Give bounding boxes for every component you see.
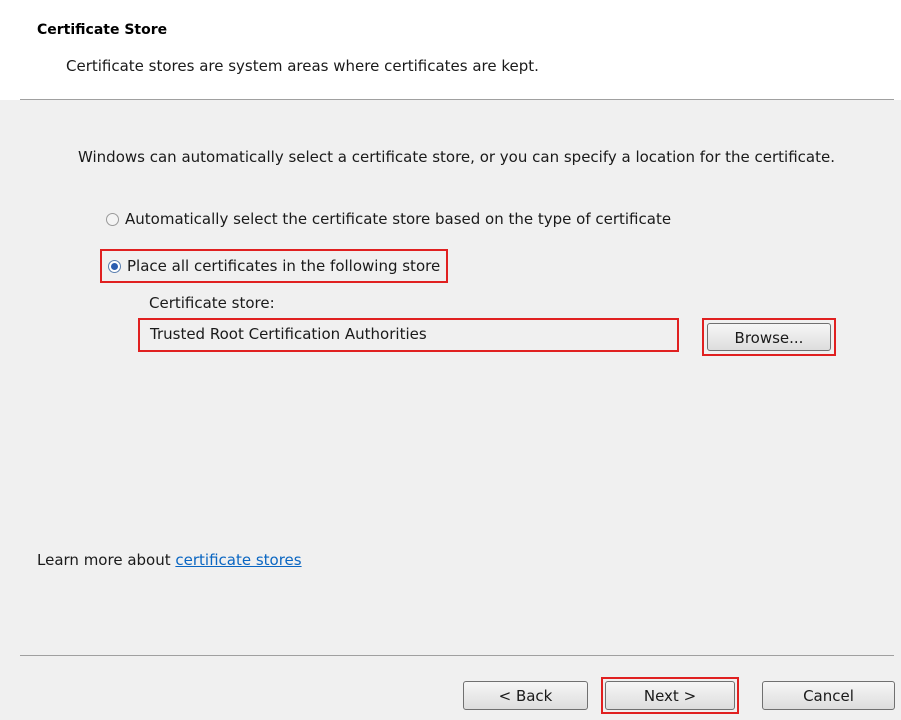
learn-more-text: Learn more about certificate stores	[37, 551, 302, 569]
certificate-stores-link[interactable]: certificate stores	[175, 551, 301, 569]
certificate-store-field[interactable]: Trusted Root Certification Authorities	[138, 318, 679, 352]
page-title: Certificate Store	[37, 22, 168, 38]
auto-select-radio[interactable]	[106, 212, 119, 226]
auto-select-label[interactable]: Automatically select the certificate sto…	[125, 210, 671, 228]
intro-text: Windows can automatically select a certi…	[78, 148, 835, 166]
learn-more-prefix: Learn more about	[37, 551, 176, 569]
place-in-store-option[interactable]: Place all certificates in the following …	[100, 249, 449, 283]
certificate-store-label: Certificate store:	[149, 294, 275, 312]
browse-highlight: Browse...	[702, 318, 836, 356]
place-in-store-label[interactable]: Place all certificates in the following …	[127, 257, 440, 275]
place-in-store-radio[interactable]	[108, 259, 121, 273]
wizard-body	[0, 100, 901, 720]
footer-divider	[20, 655, 894, 656]
next-button[interactable]: Next >	[605, 681, 735, 710]
page-description: Certificate stores are system areas wher…	[66, 57, 539, 75]
next-highlight: Next >	[601, 677, 739, 714]
wizard-header: Certificate Store Certificate stores are…	[0, 0, 901, 100]
browse-button[interactable]: Browse...	[707, 323, 831, 351]
cancel-button[interactable]: Cancel	[762, 681, 895, 710]
auto-select-option[interactable]: Automatically select the certificate sto…	[106, 208, 671, 230]
back-button[interactable]: < Back	[463, 681, 588, 710]
